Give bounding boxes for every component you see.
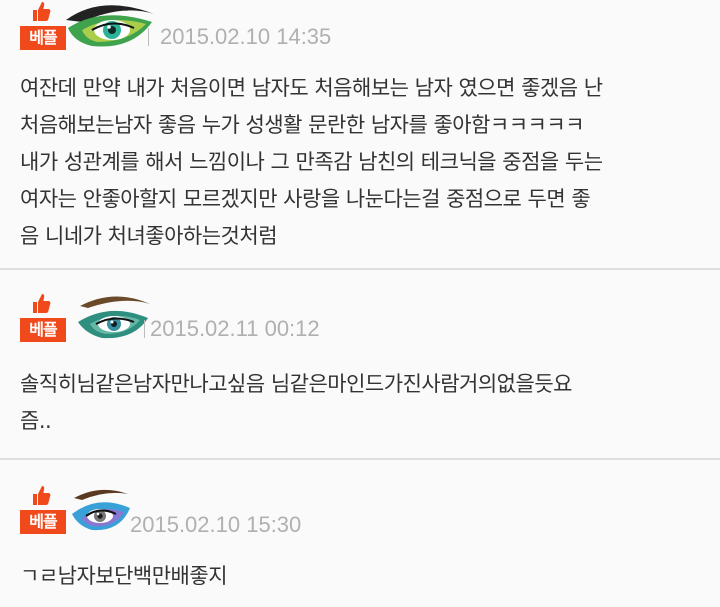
best-reply-badge: 베플 <box>20 292 70 342</box>
date-separator <box>148 28 149 46</box>
date-separator <box>144 320 145 338</box>
comment-item: 베플 2015.02.10 14:35 여잔데 만약 내가 처음이면 남자도 처… <box>0 0 720 268</box>
thumbs-up-icon <box>33 486 51 505</box>
comment-date: 2015.02.11 00:12 <box>150 316 320 341</box>
comment-date: 2015.02.10 14:35 <box>160 24 332 49</box>
best-reply-badge: 베플 <box>20 484 70 534</box>
best-reply-label: 베플 <box>20 26 66 50</box>
eye-avatar-icon <box>72 489 130 531</box>
comment-text: ㄱㄹ남자보단백만배좋지 <box>20 564 228 588</box>
comment-date: 2015.02.10 15:30 <box>130 512 302 537</box>
comment-text: 솔직히님같은남자만나고싶음 님같은마인드가진사람거의없을듯요 즘.. <box>20 372 572 433</box>
best-reply-label: 베플 <box>20 318 66 342</box>
thumbs-up-icon <box>33 2 51 21</box>
comment-text: 여잔데 만약 내가 처음이면 남자도 처음해보는 남자 였으면 좋겠음 난 처음… <box>20 76 603 248</box>
thumbs-up-icon <box>33 294 51 313</box>
eye-avatar-icon <box>78 296 150 339</box>
comment-item: 베플 2015.02.10 15:30 ㄱㄹ남자보단백만배좋지 <box>0 460 720 607</box>
eye-avatar-icon <box>66 5 154 47</box>
comment-item: 베플 2015.02.11 00:12 솔직히님같은남자만나고싶음 님같은마인드… <box>0 270 720 458</box>
best-reply-label: 베플 <box>20 510 66 534</box>
